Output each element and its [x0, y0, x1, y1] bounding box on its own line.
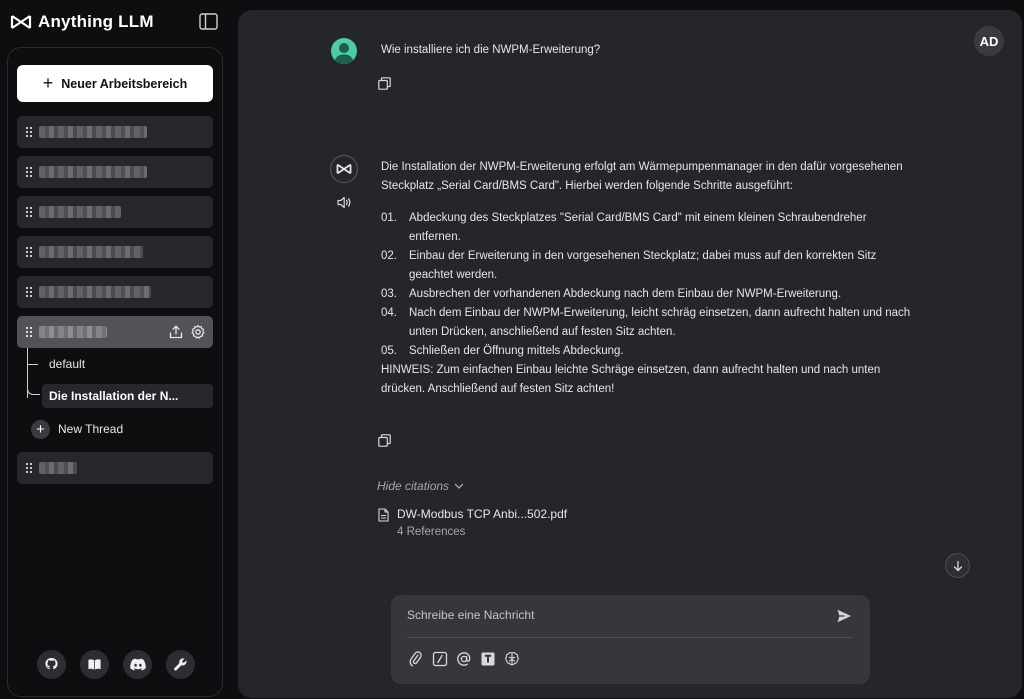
workspace-name-redacted: [39, 326, 107, 338]
mention-at-icon[interactable]: [456, 651, 472, 667]
file-icon: [378, 508, 389, 538]
copy-icon[interactable]: [378, 77, 391, 90]
list-item: 02. Einbau der Erweiterung in den vorgese…: [381, 250, 877, 281]
scroll-to-bottom-button[interactable]: [945, 553, 970, 578]
drag-handle-icon[interactable]: [25, 462, 33, 474]
anything-llm-logo-icon: [336, 163, 352, 175]
workspace-item[interactable]: [17, 452, 213, 484]
drag-handle-icon[interactable]: [25, 286, 33, 298]
message-input[interactable]: [407, 605, 817, 625]
citation-item[interactable]: DW-Modbus TCP Anbi...502.pdf 4 Reference…: [378, 507, 567, 538]
attachment-paperclip-icon[interactable]: [408, 651, 424, 667]
assistant-message: Die Installation der NWPM-Erweiterung er…: [381, 158, 921, 399]
upload-icon[interactable]: [168, 324, 184, 340]
thread-item-default[interactable]: default: [42, 352, 213, 376]
assistant-intro: Die Installation der NWPM-Erweiterung er…: [381, 161, 903, 192]
hide-citations-label: Hide citations: [377, 479, 450, 493]
drag-handle-icon[interactable]: [25, 326, 33, 338]
plus-icon: +: [42, 72, 54, 93]
app-title: Anything LLM: [38, 12, 154, 31]
discord-icon[interactable]: [123, 650, 152, 679]
workspace-name-redacted: [39, 246, 143, 258]
list-item: 04. Nach dem Einbau der NWPM-Erweiterung,…: [381, 307, 911, 338]
new-thread-label: New Thread: [58, 422, 124, 436]
workspace-item[interactable]: [17, 236, 213, 268]
workspace-item[interactable]: [17, 196, 213, 228]
settings-gear-icon[interactable]: [190, 324, 206, 340]
chevron-down-icon: [454, 483, 464, 490]
drag-handle-icon[interactable]: [25, 246, 33, 258]
citation-filename: DW-Modbus TCP Anbi...502.pdf: [397, 507, 568, 521]
anything-llm-logo-icon: [10, 14, 32, 30]
sidebar-footer: [37, 650, 195, 679]
copy-icon[interactable]: [378, 434, 391, 447]
wrench-settings-icon[interactable]: [166, 650, 195, 679]
hide-citations-toggle[interactable]: Hide citations: [377, 479, 464, 493]
user-menu-avatar[interactable]: AD: [974, 26, 1004, 56]
new-workspace-label: Neuer Arbeitsbereich: [61, 76, 188, 91]
workspace-name-redacted: [39, 462, 77, 474]
assistant-avatar: [330, 155, 358, 183]
send-icon[interactable]: [836, 608, 852, 624]
drag-handle-icon[interactable]: [25, 126, 33, 138]
thread-item-active[interactable]: Die Installation der N...: [42, 384, 213, 408]
thread-tree-line: [27, 348, 41, 398]
message-composer: [391, 595, 870, 684]
composer-divider: [407, 637, 853, 638]
new-workspace-button[interactable]: + Neuer Arbeitsbereich: [17, 65, 213, 102]
workspace-name-redacted: [39, 286, 151, 298]
user-avatar: [331, 38, 357, 64]
user-message-text: Wie installiere ich die NWPM-Erweiterung…: [381, 44, 601, 56]
drag-handle-icon[interactable]: [25, 206, 33, 218]
list-item: 01. Abdeckung des Steckplatzes "Serial Ca…: [381, 212, 867, 243]
list-item: 05. Schließen der Öffnung mittels Abdecku…: [381, 345, 624, 357]
workspace-item-active[interactable]: [17, 316, 213, 348]
thread-tree-branch: [28, 364, 38, 365]
docs-book-icon[interactable]: [80, 650, 109, 679]
agent-brain-icon[interactable]: [504, 651, 520, 667]
workspace-item[interactable]: [17, 116, 213, 148]
arrow-down-icon: [953, 560, 962, 571]
list-item: 03. Ausbrechen der vorhandenen Abdeckung …: [381, 288, 842, 300]
workspace-name-redacted: [39, 206, 121, 218]
text-format-icon[interactable]: [480, 651, 496, 667]
workspace-item[interactable]: [17, 156, 213, 188]
sidebar-toggle-icon[interactable]: [199, 13, 218, 30]
citation-references: 4 References: [397, 526, 466, 538]
workspace-name-redacted: [39, 166, 147, 178]
speaker-icon[interactable]: [337, 196, 352, 209]
github-icon[interactable]: [37, 650, 66, 679]
assistant-note: HINWEIS: Zum einfachen Einbau leichte Sc…: [381, 364, 881, 395]
new-thread-button[interactable]: + New Thread: [31, 419, 123, 439]
workspace-item[interactable]: [17, 276, 213, 308]
workspace-name-redacted: [39, 126, 147, 138]
assistant-steps-list: 01. Abdeckung des Steckplatzes "Serial Ca…: [381, 209, 921, 361]
drag-handle-icon[interactable]: [25, 166, 33, 178]
app-logo: Anything LLM: [10, 10, 154, 34]
plus-icon: +: [31, 419, 50, 439]
composer-toolbar: [408, 651, 520, 667]
slash-command-icon[interactable]: [432, 651, 448, 667]
